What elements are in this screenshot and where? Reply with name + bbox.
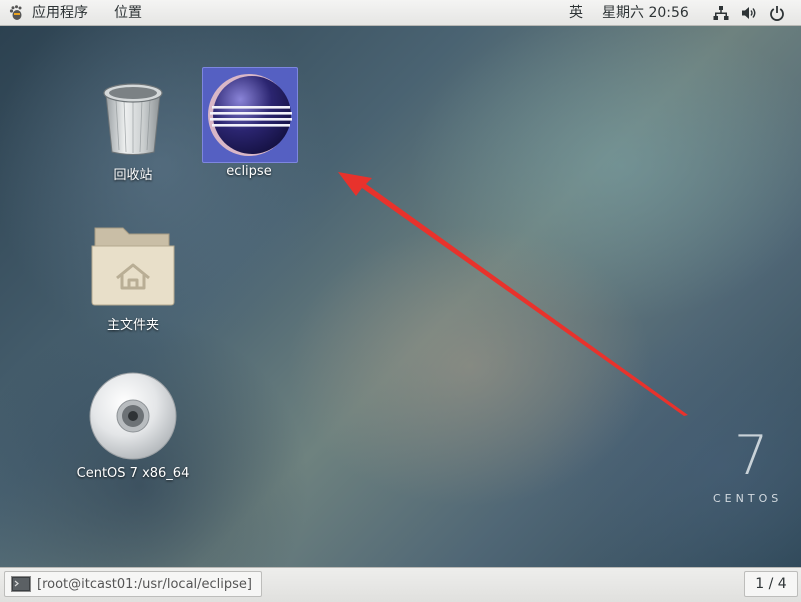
clock[interactable]: 星期六 20:56: [602, 0, 689, 26]
gnome-foot-icon: [9, 5, 22, 20]
places-menu[interactable]: 位置: [114, 0, 142, 26]
taskbar-window-title: [root@itcast01:/usr/local/eclipse]: [37, 576, 253, 592]
top-panel: 应用程序 位置 英 星期六 20:56: [0, 0, 801, 26]
volume-icon[interactable]: [741, 5, 757, 21]
desktop: 回收站 eclipse 主文件夹 CentOS 7 x86_64 7 CENTO…: [0, 26, 801, 567]
terminal-icon: [11, 576, 31, 592]
bottom-panel: [root@itcast01:/usr/local/eclipse] 1 / 4: [0, 567, 801, 602]
annotation-arrow: [338, 172, 688, 416]
input-method-indicator[interactable]: 英: [569, 0, 583, 26]
applications-menu[interactable]: 应用程序: [8, 0, 88, 26]
workspace-switcher[interactable]: 1 / 4: [744, 571, 798, 597]
network-icon[interactable]: [713, 5, 729, 21]
applications-label: 应用程序: [32, 5, 88, 21]
power-icon[interactable]: [769, 5, 785, 21]
taskbar-window-button[interactable]: [root@itcast01:/usr/local/eclipse]: [4, 571, 262, 597]
centos-version: 7: [734, 424, 769, 487]
centos-name: CENTOS: [713, 492, 783, 505]
